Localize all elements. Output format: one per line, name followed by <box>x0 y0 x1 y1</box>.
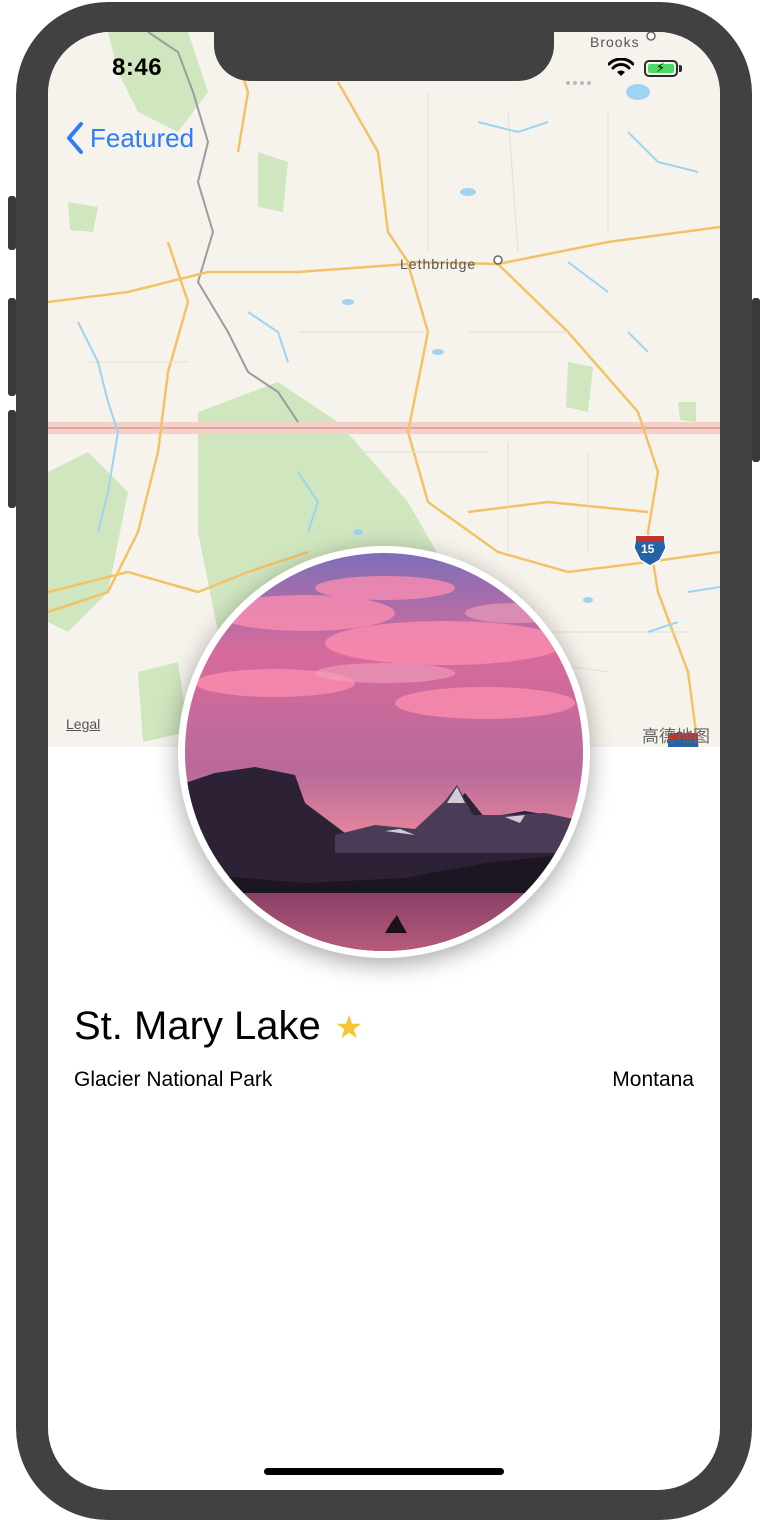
park-name: Glacier National Park <box>74 1068 273 1091</box>
volume-down-button <box>8 410 16 508</box>
landmark-photo <box>185 553 583 951</box>
landmark-name: St. Mary Lake <box>74 1004 321 1048</box>
power-button <box>752 298 760 462</box>
volume-up-button <box>8 298 16 396</box>
back-button[interactable]: Featured <box>66 122 194 154</box>
wifi-icon <box>608 58 634 76</box>
map-provider-logo: 高德地图 <box>642 727 710 746</box>
screen: Lethbridge Brooks 15 Legal 高德地图 8:46 ⚡ F… <box>48 32 720 1490</box>
status-time: 8:46 <box>112 54 163 81</box>
battery-icon: ⚡ <box>644 60 678 77</box>
mute-switch <box>8 196 16 250</box>
legal-link[interactable]: Legal <box>66 716 100 732</box>
state-name: Montana <box>612 1068 694 1091</box>
back-button-label: Featured <box>90 122 195 153</box>
battery-tip <box>679 65 682 72</box>
map-label-brooks: Brooks <box>590 34 640 50</box>
map-label-lethbridge: Lethbridge <box>400 256 477 272</box>
signal-icon <box>566 72 596 85</box>
highway-shield-label: 15 <box>641 542 655 556</box>
interstate-shield <box>633 535 698 747</box>
charging-bolt-icon: ⚡ <box>656 60 666 75</box>
title-row: St. Mary Lake ★ <box>74 1004 363 1049</box>
star-icon[interactable]: ★ <box>335 1008 364 1046</box>
home-indicator[interactable] <box>264 1468 504 1475</box>
chevron-left-icon <box>67 122 83 154</box>
notch <box>214 32 554 81</box>
landmark-photo-frame <box>178 546 590 958</box>
